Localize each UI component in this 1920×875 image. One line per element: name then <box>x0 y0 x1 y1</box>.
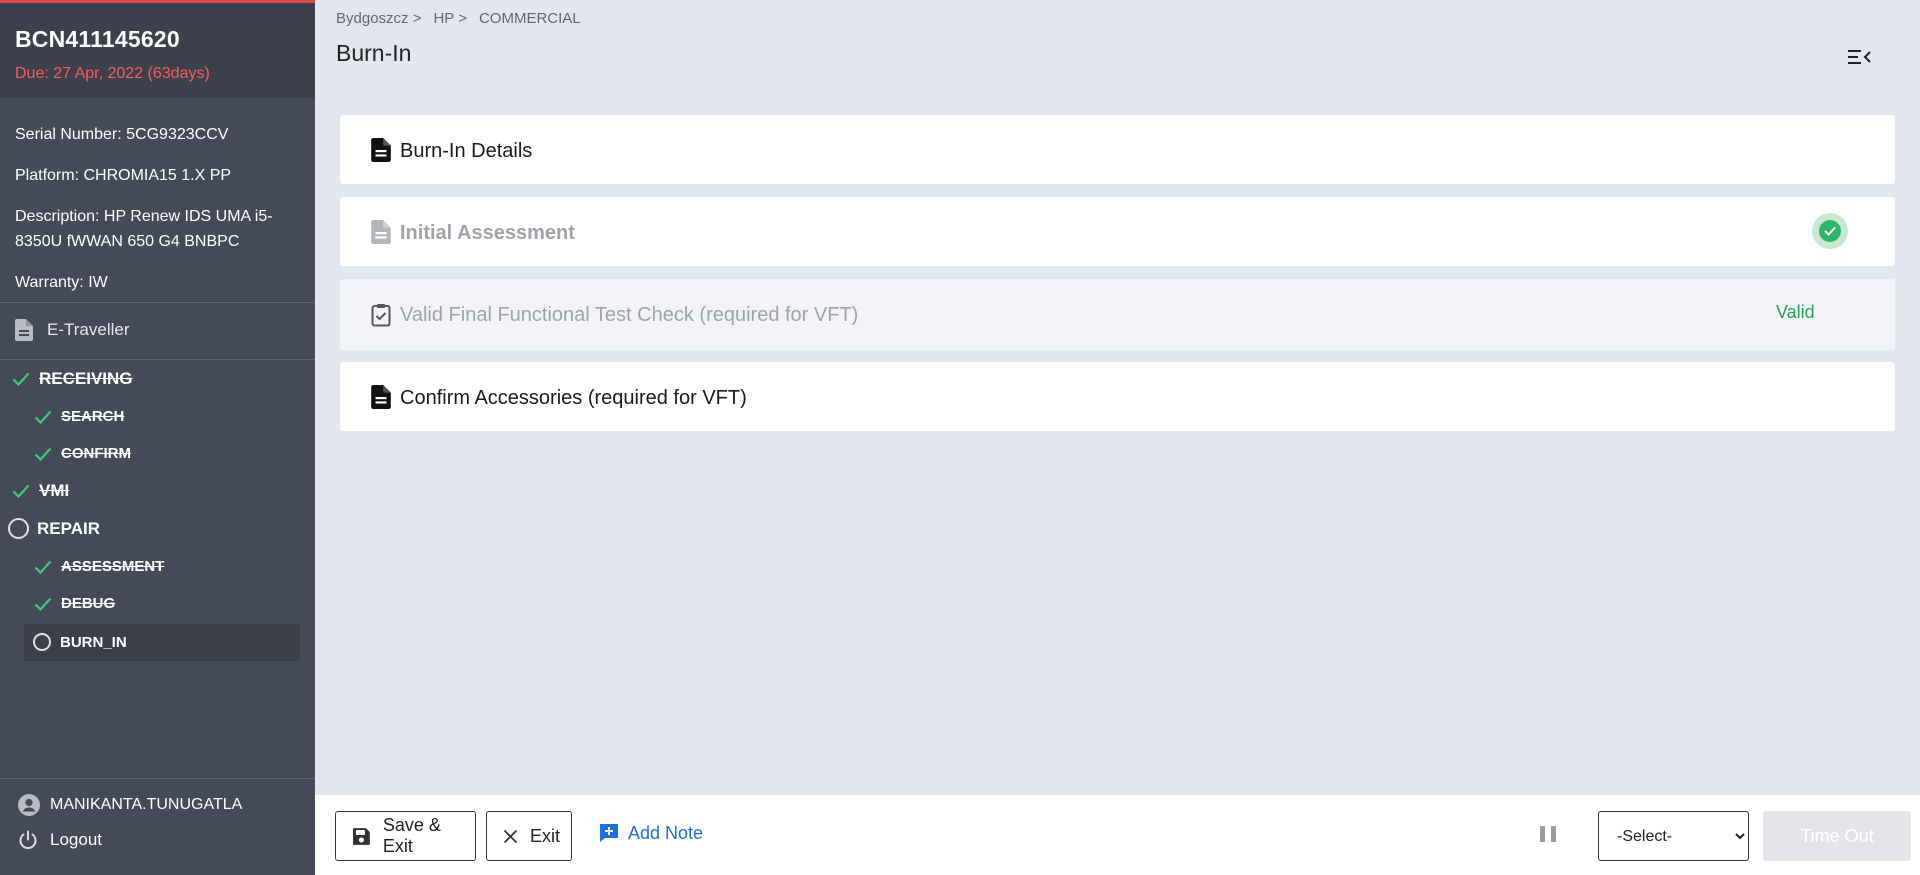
sidebar: BCN411145620 Due: 27 Apr, 2022 (63days) … <box>0 0 315 875</box>
add-note-button[interactable]: Add Note <box>598 822 703 844</box>
page-title: Burn-In <box>336 40 412 66</box>
divider <box>0 302 315 303</box>
device-info: Serial Number: 5CG9323CCV Platform: CHRO… <box>0 122 315 295</box>
due-date: Due: 27 Apr, 2022 (63days) <box>15 65 210 82</box>
vft-status-label: Valid <box>1776 302 1815 322</box>
check-icon <box>34 560 52 574</box>
logout-label: Logout <box>50 830 102 849</box>
e-traveller-link[interactable]: E-Traveller <box>15 316 130 344</box>
user-profile[interactable]: MANIKANTA.TUNUGATLA <box>18 794 242 816</box>
divider <box>0 778 315 779</box>
close-icon <box>503 829 518 843</box>
nav-item-repair[interactable]: REPAIR <box>8 518 100 539</box>
check-icon <box>12 372 30 386</box>
card-burn-in-details[interactable]: Burn-In Details <box>340 115 1895 184</box>
pending-circle-icon <box>33 633 51 651</box>
card-title: Initial Assessment <box>400 222 575 244</box>
nav-label: ASSESSMENT <box>61 558 165 575</box>
description-line-1: Description: HP Renew IDS UMA i5- <box>15 208 273 225</box>
logout-button[interactable]: Logout <box>18 830 102 850</box>
clipboard-check-icon <box>371 303 391 326</box>
user-icon <box>18 794 40 816</box>
document-icon <box>371 384 391 409</box>
card-title: Valid Final Functional Test Check (requi… <box>400 304 859 326</box>
nav-item-burn-in[interactable]: BURN_IN <box>33 633 127 651</box>
add-note-label: Add Note <box>628 822 704 843</box>
nav-label: CONFIRM <box>61 445 131 462</box>
save-exit-button[interactable]: Save & Exit <box>335 811 476 861</box>
platform: Platform: CHROMIA15 1.X PP <box>15 167 232 184</box>
sidebar-accent-bar <box>0 0 315 3</box>
exit-label: Exit <box>530 825 561 846</box>
nav-item-search[interactable]: SEARCH <box>34 408 124 425</box>
divider <box>0 359 315 360</box>
nav-label: DEBUG <box>61 595 116 612</box>
nav-label: SEARCH <box>61 408 125 425</box>
add-note-icon <box>600 824 618 842</box>
card-title: Confirm Accessories (required for VFT) <box>400 387 747 409</box>
username: MANIKANTA.TUNUGATLA <box>50 796 243 813</box>
order-header: BCN411145620 Due: 27 Apr, 2022 (63days) <box>0 0 315 98</box>
nav-label: REPAIR <box>37 518 100 538</box>
document-icon <box>371 137 391 162</box>
breadcrumb-item[interactable]: COMMERCIAL <box>479 10 581 27</box>
check-icon <box>34 410 52 424</box>
check-circle-icon <box>1819 220 1841 242</box>
order-number: BCN411145620 <box>15 26 180 52</box>
document-icon <box>15 319 33 341</box>
pause-icon[interactable] <box>1540 826 1556 844</box>
breadcrumb-item[interactable]: Bydgoszcz > <box>336 10 421 27</box>
nav-label: VMI <box>39 481 70 500</box>
nav-item-assessment[interactable]: ASSESSMENT <box>34 558 164 575</box>
nav-label: BURN_IN <box>60 633 127 651</box>
check-icon <box>34 597 52 611</box>
card-initial-assessment[interactable]: Initial Assessment <box>340 197 1895 266</box>
save-icon <box>352 827 370 845</box>
card-title: Burn-In Details <box>400 140 533 162</box>
card-vft-check[interactable]: Valid Final Functional Test Check (requi… <box>340 279 1895 350</box>
check-icon <box>34 447 52 461</box>
pending-circle-icon <box>8 518 29 539</box>
power-icon <box>19 830 37 849</box>
nav-item-confirm[interactable]: CONFIRM <box>34 445 131 462</box>
serial-number: Serial Number: 5CG9323CCV <box>15 126 229 143</box>
e-traveller-label: E-Traveller <box>47 320 130 339</box>
status-select[interactable]: -Select- <box>1598 811 1749 861</box>
save-exit-label: Save & Exit <box>382 815 441 856</box>
nav-item-receiving[interactable]: RECEIVING <box>12 369 133 389</box>
nav-item-vmi[interactable]: VMI <box>12 481 69 501</box>
completed-status-icon <box>1812 213 1848 249</box>
nav-item-debug[interactable]: DEBUG <box>34 595 115 612</box>
menu-collapse-icon[interactable] <box>1848 48 1872 66</box>
nav-label: RECEIVING <box>39 369 133 388</box>
exit-button[interactable]: Exit <box>486 811 572 861</box>
card-confirm-accessories[interactable]: Confirm Accessories (required for VFT) <box>340 362 1895 431</box>
check-icon <box>12 484 30 498</box>
warranty: Warranty: IW <box>15 274 108 291</box>
time-out-button[interactable]: Time Out <box>1763 811 1911 861</box>
description-line-2: 8350U fWWAN 650 G4 BNBPC <box>15 233 240 250</box>
breadcrumb-item[interactable]: HP > <box>433 10 467 27</box>
breadcrumb: Bydgoszcz > HP > COMMERCIAL <box>336 10 593 27</box>
document-icon <box>371 219 391 244</box>
